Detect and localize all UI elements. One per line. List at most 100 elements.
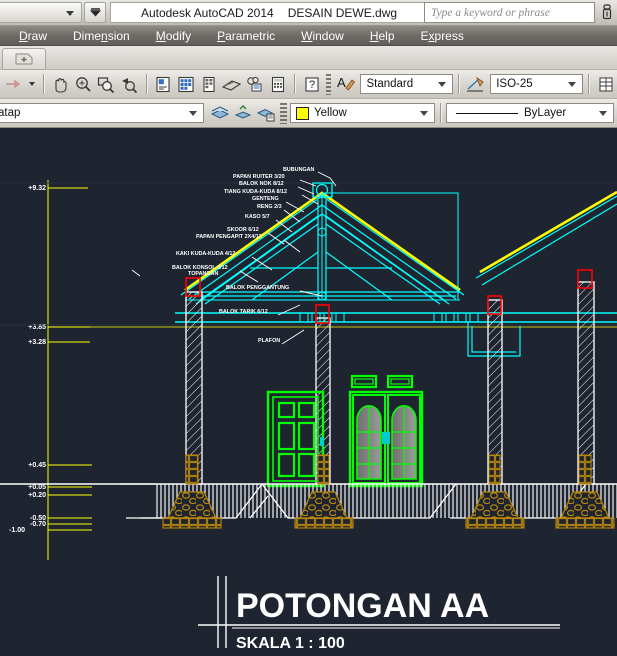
properties-icon[interactable] <box>151 73 174 96</box>
layer-value: atap <box>0 107 21 119</box>
zoom-previous-icon[interactable] <box>118 73 141 96</box>
redo-dropdown-icon[interactable] <box>26 73 38 96</box>
text-style-icon[interactable]: A <box>334 73 357 96</box>
title-bar: Autodesk AutoCAD 2014 DESAIN DEWE.dwg Ty… <box>0 0 617 26</box>
dimension-style-icon[interactable] <box>464 73 487 96</box>
chevron-down-icon <box>420 111 428 116</box>
menu-label-help: elp <box>378 28 395 43</box>
drawing-scale: SKALA 1 : 100 <box>236 635 345 652</box>
chevron-down-icon <box>66 11 74 16</box>
svg-text:?: ? <box>309 79 315 91</box>
wall-right <box>577 281 595 485</box>
window-double <box>348 374 424 488</box>
toolbar-grip[interactable] <box>280 102 287 124</box>
chevron-down-icon <box>568 82 577 87</box>
annotation: BALOK TARIK 6/12 <box>219 309 268 315</box>
application-button-row <box>0 46 617 70</box>
level-label: +0.20 <box>28 492 46 499</box>
layer-previous-icon[interactable] <box>231 102 254 125</box>
layers-toolbar: atap Yellow ByLayer <box>0 99 617 128</box>
layer-properties-icon[interactable] <box>208 102 231 125</box>
menu-item-express[interactable]: Express <box>408 27 477 45</box>
double-chevron-down-icon <box>89 7 101 17</box>
markup-set-manager-icon[interactable] <box>243 73 266 96</box>
layer-combo[interactable]: atap <box>0 103 204 123</box>
linetype-preview <box>456 112 518 114</box>
text-style-value: Standard <box>366 78 414 90</box>
level-markers <box>47 180 92 560</box>
quick-calc-icon[interactable] <box>266 73 289 96</box>
quick-access-toolbar-combo[interactable] <box>0 2 82 23</box>
application-name: Autodesk AutoCAD 2014 <box>140 5 274 20</box>
level-labels: +9.32 +3.85 +3.28 +0.45 +0.05 +0.20 -0.5… <box>9 185 46 534</box>
color-combo[interactable]: Yellow <box>290 103 435 123</box>
annotation: TIANG KUDA-KUDA 8/12 <box>224 189 287 195</box>
annotation: BALOK PENGGANTUNG <box>226 285 289 291</box>
drawing-title: POTONGAN AA <box>236 587 489 625</box>
application-menu-button[interactable] <box>2 48 46 70</box>
annotation: KASO 5/7 <box>245 214 270 220</box>
help-glyph-icon <box>602 4 612 20</box>
toolbar-separator <box>42 74 44 94</box>
menu-label-modify: odify <box>165 28 192 43</box>
svg-text:A: A <box>337 75 346 90</box>
pan-icon[interactable] <box>49 73 72 96</box>
autocad-logo-icon <box>15 53 33 65</box>
menu-item-modify[interactable]: Modify <box>143 27 204 45</box>
menu-label-window: indow <box>312 28 344 43</box>
help-question-icon[interactable]: ? <box>300 73 323 96</box>
text-style-combo[interactable]: Standard <box>360 74 454 94</box>
table-style-icon[interactable] <box>594 73 617 96</box>
drawing-canvas[interactable]: +9.32 +3.85 +3.28 +0.45 +0.05 +0.20 -0.5… <box>0 128 617 656</box>
annotation: BUBUNGAN <box>283 167 315 173</box>
title-block: POTONGAN AA SKALA 1 : 100 <box>198 576 560 652</box>
door-handle <box>320 437 324 446</box>
toolbar-grip[interactable] <box>326 73 332 95</box>
menu-item-parametric[interactable]: Parametric <box>204 27 288 45</box>
annotation: PLAFON <box>258 338 280 344</box>
toolbar-separator <box>588 74 589 94</box>
level-label: +3.28 <box>28 339 46 346</box>
chevron-down-icon <box>189 111 197 116</box>
annotation: PAPAN RUITER 3/20 <box>233 174 285 180</box>
annotation: TOPANGAN <box>188 271 218 277</box>
zoom-realtime-icon[interactable] <box>72 73 95 96</box>
toolbar-separator <box>458 74 460 94</box>
design-center-icon[interactable] <box>174 73 197 96</box>
menu-label-draw: raw <box>27 28 48 43</box>
menu-bar: Draw Dimension Modify Parametric Window … <box>0 26 617 46</box>
menu-label-parametric: arametric <box>225 28 276 43</box>
chevron-down-icon <box>28 82 35 86</box>
dimension-style-combo[interactable]: ISO-25 <box>490 74 584 94</box>
level-label: -1.00 <box>9 527 25 534</box>
standard-toolbar: ? A Standard ISO-25 <box>0 70 617 99</box>
annotation: GENTENG <box>252 196 279 202</box>
menu-item-help[interactable]: Help <box>357 27 408 45</box>
annotation: BALOK NOK 8/12 <box>239 181 284 187</box>
menu-item-draw[interactable]: Draw <box>6 27 60 45</box>
color-value: Yellow <box>314 107 347 119</box>
level-label: -0.70 <box>30 521 46 528</box>
toolbar-separator <box>294 74 296 94</box>
window-handle <box>382 432 390 444</box>
annotation: SKOOR 6/12 <box>227 227 259 233</box>
section-drawing: +9.32 +3.85 +3.28 +0.45 +0.05 +0.20 -0.5… <box>0 167 617 652</box>
sheet-set-manager-icon[interactable] <box>220 73 243 96</box>
linetype-combo[interactable]: ByLayer <box>446 103 614 123</box>
menu-item-window[interactable]: Window <box>288 27 357 45</box>
file-name: DESAIN DEWE.dwg <box>287 5 398 20</box>
tool-palettes-icon[interactable] <box>197 73 220 96</box>
quick-access-toolbar-menu[interactable] <box>84 2 106 23</box>
zoom-window-icon[interactable] <box>95 73 118 96</box>
color-swatch <box>296 106 309 120</box>
layer-states-icon[interactable] <box>254 102 277 125</box>
level-label: +9.32 <box>28 185 46 192</box>
document-title: Autodesk AutoCAD 2014 DESAIN DEWE.dwg <box>110 2 428 23</box>
annotation: KAKI KUDA-KUDA 4/12 <box>176 251 235 257</box>
menu-label-express: press <box>434 28 464 43</box>
menu-item-dimension[interactable]: Dimension <box>60 27 143 45</box>
annotation: RENG 2/3 <box>257 204 282 210</box>
help-icon[interactable] <box>600 3 614 22</box>
redo-icon[interactable] <box>3 73 26 96</box>
search-input[interactable]: Type a keyword or phrase <box>424 2 595 23</box>
